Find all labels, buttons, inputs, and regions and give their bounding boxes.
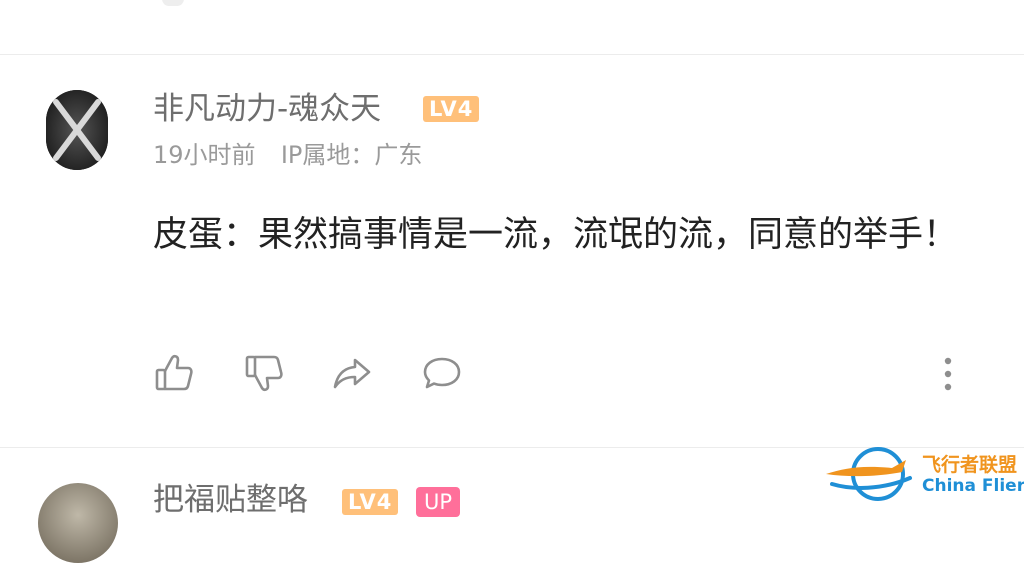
china-flier-watermark: 飞行者联盟 China Flier bbox=[822, 438, 1024, 508]
comment-icon[interactable] bbox=[419, 350, 465, 396]
share-icon[interactable] bbox=[329, 350, 375, 396]
plane-logo-icon bbox=[826, 447, 912, 501]
comment-text: 皮蛋：果然搞事情是一流，流氓的流，同意的举手！ bbox=[153, 215, 959, 255]
watermark-cn: 飞行者联盟 bbox=[922, 454, 1018, 476]
avatar[interactable] bbox=[38, 483, 118, 563]
username[interactable]: 非凡动力-魂众天 bbox=[153, 89, 381, 129]
comment-meta: 19小时前 IP属地：广东 bbox=[153, 140, 422, 170]
avatar[interactable] bbox=[46, 90, 108, 170]
thumbs-down-icon[interactable] bbox=[241, 350, 287, 396]
up-badge: UP bbox=[416, 487, 461, 517]
divider bbox=[0, 54, 1024, 55]
thumbs-up-icon[interactable] bbox=[151, 350, 197, 396]
avatar-image bbox=[38, 483, 118, 563]
previous-item-fragment bbox=[162, 0, 184, 6]
ip-location: IP属地：广东 bbox=[280, 141, 423, 169]
avatar-x-image bbox=[46, 90, 108, 170]
level-badge: LV4 bbox=[423, 96, 480, 122]
level-badge: LV4 bbox=[342, 489, 399, 515]
watermark-en: China Flier bbox=[922, 476, 1024, 496]
more-vertical-icon[interactable] bbox=[925, 350, 971, 396]
username[interactable]: 把福贴整咯 bbox=[153, 480, 308, 520]
comment-time: 19小时前 bbox=[153, 141, 256, 169]
